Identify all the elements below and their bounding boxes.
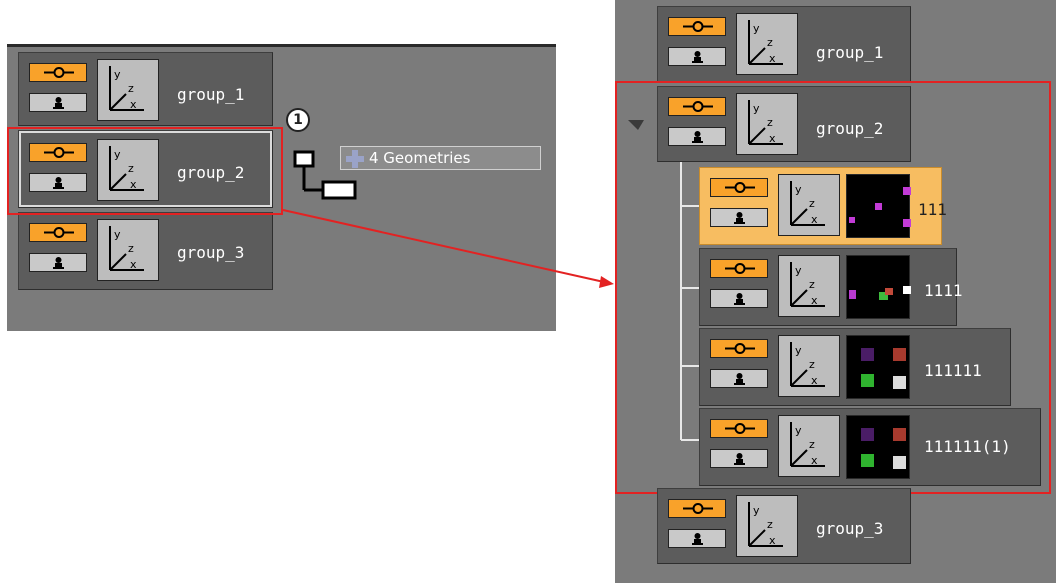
svg-text:y: y <box>114 68 121 81</box>
eye-icon <box>44 67 74 78</box>
pawn-lock-icon <box>53 257 64 269</box>
group-label: group_1 <box>177 85 245 104</box>
axis-button[interactable]: yzx <box>97 219 159 281</box>
svg-text:z: z <box>767 518 773 531</box>
group-node-3-expanded[interactable]: yzx group_3 <box>657 488 911 564</box>
eye-icon <box>683 21 713 32</box>
callout-badge: 1 <box>286 108 310 132</box>
group-node-1[interactable]: yzx group_1 <box>18 52 273 126</box>
geometries-label: 4 Geometries <box>369 149 471 167</box>
group-node-1-expanded[interactable]: yzx group_1 <box>657 6 911 82</box>
eye-icon <box>683 503 713 514</box>
svg-text:x: x <box>130 258 137 271</box>
svg-text:y: y <box>114 228 121 241</box>
axis-button[interactable]: yzx <box>736 495 798 557</box>
axis-xyz-icon: yzx <box>109 226 144 271</box>
eye-icon <box>44 227 74 238</box>
geometries-expander[interactable]: 4 Geometries <box>340 146 541 170</box>
pawn-lock-icon <box>692 533 703 545</box>
lock-toggle[interactable] <box>29 93 87 112</box>
visibility-toggle[interactable] <box>668 499 726 518</box>
svg-text:x: x <box>130 98 137 111</box>
highlight-frame-right <box>615 81 1051 494</box>
visibility-toggle[interactable] <box>29 63 87 82</box>
lock-toggle[interactable] <box>668 47 726 66</box>
axis-xyz-icon: yzx <box>109 66 144 111</box>
svg-text:z: z <box>767 36 773 49</box>
axis-button[interactable]: yzx <box>736 13 798 75</box>
svg-text:y: y <box>753 504 760 517</box>
group-node-3[interactable]: yzx group_3 <box>18 212 273 290</box>
highlight-frame-left <box>7 127 283 215</box>
svg-text:x: x <box>769 534 776 547</box>
pawn-lock-icon <box>692 51 703 63</box>
axis-button[interactable]: yzx <box>97 59 159 121</box>
visibility-toggle[interactable] <box>29 223 87 242</box>
group-label: group_3 <box>177 243 245 262</box>
plus-icon <box>346 150 364 168</box>
pawn-lock-icon <box>53 97 64 109</box>
tutorial-figure: yzx group_1 yzx group_2 yzx group_3 1 4 … <box>0 0 1056 583</box>
svg-text:y: y <box>753 22 760 35</box>
svg-text:x: x <box>769 52 776 65</box>
group-label: group_1 <box>816 43 884 62</box>
group-label: group_3 <box>816 519 884 538</box>
lock-toggle[interactable] <box>668 529 726 548</box>
axis-xyz-icon: yzx <box>748 502 783 547</box>
visibility-toggle[interactable] <box>668 17 726 36</box>
axis-xyz-icon: yzx <box>748 20 783 65</box>
svg-text:z: z <box>128 82 134 95</box>
svg-text:z: z <box>128 242 134 255</box>
lock-toggle[interactable] <box>29 253 87 272</box>
